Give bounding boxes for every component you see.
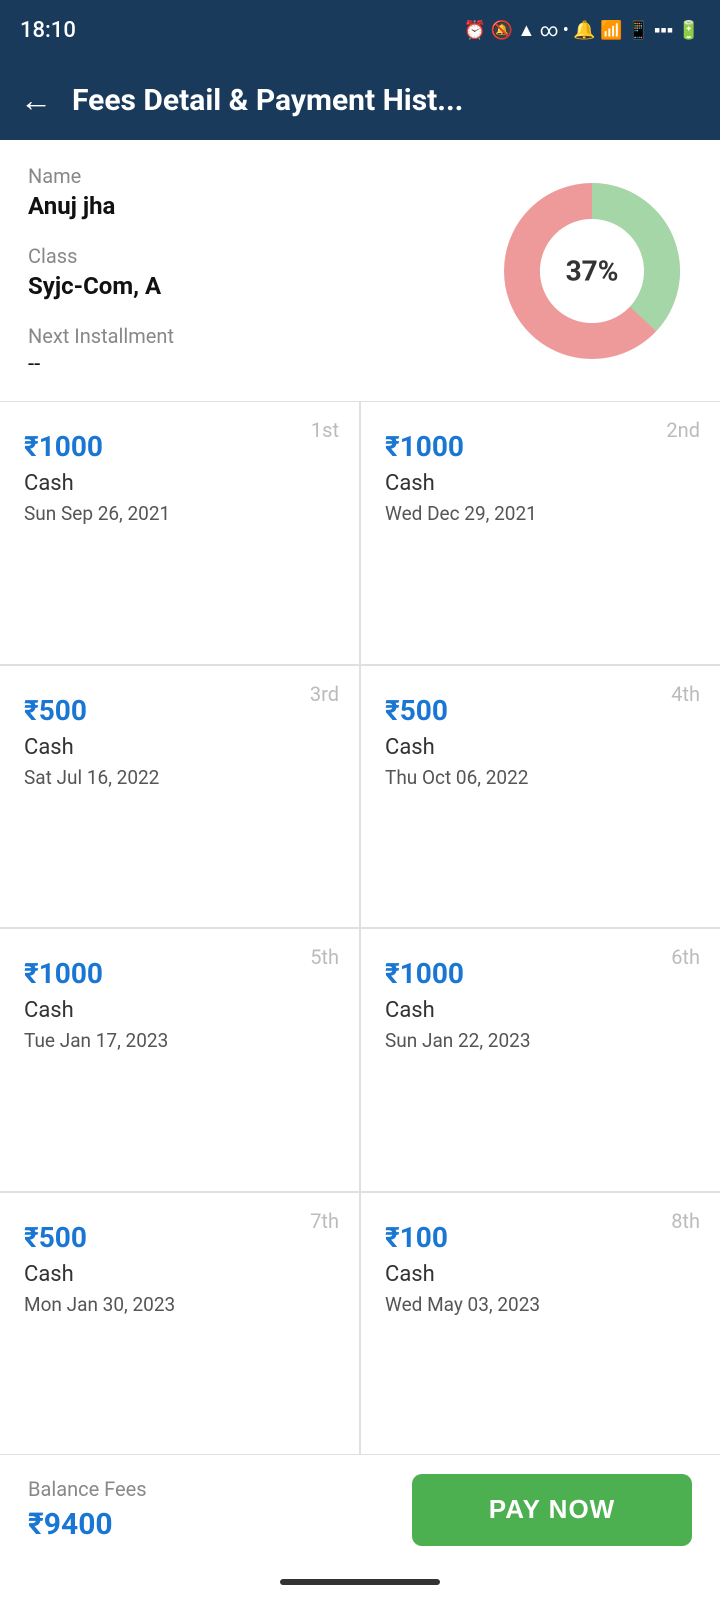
payment-card: 4th₹500 Cash Thu Oct 06, 2022 — [361, 666, 720, 928]
payment-card: 6th₹1000 Cash Sun Jan 22, 2023 — [361, 929, 720, 1191]
next-installment-label: Next Installment — [28, 324, 492, 348]
payment-card: 8th₹100 Cash Wed May 03, 2023 — [361, 1193, 720, 1455]
payment-method: Cash — [24, 471, 335, 496]
status-time: 18:10 — [20, 18, 76, 43]
payment-card: 5th₹1000 Cash Tue Jan 17, 2023 — [0, 929, 359, 1191]
payment-amount: ₹500 — [24, 1221, 335, 1254]
payment-method: Cash — [385, 735, 696, 760]
home-bar — [280, 1579, 440, 1585]
payment-date: Mon Jan 30, 2023 — [24, 1293, 335, 1316]
payment-method: Cash — [24, 998, 335, 1023]
payment-date: Sat Jul 16, 2022 — [24, 766, 335, 789]
status-icons: ⏰ 🔕 ▲ ∞ • 🔔 📶 📱 ▪▪▪ 🔋 — [464, 20, 700, 41]
payment-method: Cash — [385, 471, 696, 496]
status-bar: 18:10 ⏰ 🔕 ▲ ∞ • 🔔 📶 📱 ▪▪▪ 🔋 — [0, 0, 720, 60]
payment-date: Wed Dec 29, 2021 — [385, 502, 696, 525]
payment-date: Tue Jan 17, 2023 — [24, 1029, 335, 1052]
installment-number: 4th — [671, 682, 700, 706]
payment-amount: ₹500 — [24, 694, 335, 727]
chart-percentage: 37% — [566, 254, 619, 287]
pay-now-button[interactable]: PAY NOW — [412, 1474, 692, 1546]
payment-amount: ₹1000 — [385, 430, 696, 463]
payment-amount: ₹1000 — [385, 957, 696, 990]
installment-number: 1st — [311, 418, 339, 442]
balance-amount: ₹9400 — [28, 1507, 113, 1542]
installment-number: 7th — [310, 1209, 339, 1233]
payment-amount: ₹100 — [385, 1221, 696, 1254]
payment-card: 7th₹500 Cash Mon Jan 30, 2023 — [0, 1193, 359, 1455]
profile-info: Name Anuj jha Class Syjc-Com, A Next Ins… — [28, 164, 492, 377]
signal-icons: ⏰ 🔕 ▲ ∞ • 🔔 📶 📱 ▪▪▪ 🔋 — [464, 20, 700, 41]
payment-card: 2nd₹1000 Cash Wed Dec 29, 2021 — [361, 402, 720, 664]
installment-number: 3rd — [310, 682, 339, 706]
payment-method: Cash — [385, 1262, 696, 1287]
payment-method: Cash — [24, 735, 335, 760]
donut-chart: 37% — [492, 171, 692, 371]
header: ← Fees Detail & Payment Hist... — [0, 60, 720, 140]
balance-label: Balance Fees — [28, 1477, 147, 1501]
installment-number: 5th — [310, 945, 339, 969]
next-installment-value: -- — [28, 352, 492, 377]
installment-number: 8th — [671, 1209, 700, 1233]
back-button[interactable]: ← — [20, 81, 52, 119]
balance-section: Balance Fees ₹9400 — [28, 1477, 412, 1542]
payment-grid: 1st₹1000CashSun Sep 26, 20212nd₹1000Cash… — [0, 402, 720, 1454]
bottom-bar: Balance Fees ₹9400 PAY NOW — [0, 1454, 720, 1564]
payment-date: Sun Jan 22, 2023 — [385, 1029, 696, 1052]
payment-date: Thu Oct 06, 2022 — [385, 766, 696, 789]
class-label: Class — [28, 244, 492, 268]
payment-method: Cash — [385, 998, 696, 1023]
home-indicator — [0, 1564, 720, 1600]
payment-date: Sun Sep 26, 2021 — [24, 502, 335, 525]
installment-number: 6th — [671, 945, 700, 969]
installment-number: 2nd — [666, 418, 700, 442]
payment-date: Wed May 03, 2023 — [385, 1293, 696, 1316]
payment-amount: ₹1000 — [24, 957, 335, 990]
payment-amount: ₹1000 — [24, 430, 335, 463]
name-value: Anuj jha — [28, 192, 492, 220]
payment-card: 3rd₹500 Cash Sat Jul 16, 2022 — [0, 666, 359, 928]
payment-amount: ₹500 — [385, 694, 696, 727]
profile-card: Name Anuj jha Class Syjc-Com, A Next Ins… — [0, 140, 720, 402]
name-label: Name — [28, 164, 492, 188]
payment-method: Cash — [24, 1262, 335, 1287]
class-value: Syjc-Com, A — [28, 272, 492, 300]
payment-card: 1st₹1000 Cash Sun Sep 26, 2021 — [0, 402, 359, 664]
page-title: Fees Detail & Payment Hist... — [72, 83, 463, 118]
